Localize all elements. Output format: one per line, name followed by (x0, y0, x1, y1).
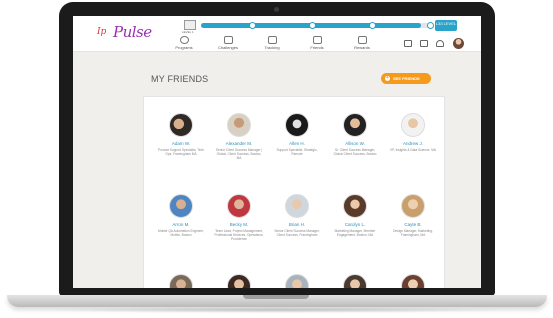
friend-photo[interactable] (401, 274, 425, 288)
nav-friends[interactable]: Friends (299, 36, 335, 50)
calendar-icon (267, 36, 277, 44)
friend-photo[interactable] (285, 113, 309, 137)
nav-label: Rewards (354, 45, 370, 50)
laptop-base (7, 295, 547, 307)
level-badge: L33 LEVEL (435, 20, 457, 31)
friend-card[interactable]: Arron M. Mobile QA Automation Engineer, … (156, 194, 206, 237)
progress-milestone (369, 22, 376, 29)
friend-card[interactable]: Brian H. Senior Client Success Manager, … (272, 194, 322, 237)
nav-label: Challenges (217, 45, 238, 50)
see-friends-button[interactable]: + SEE FRIENDS (381, 73, 431, 84)
camera (274, 7, 279, 12)
friend-title: VP, Insights & Data Science, MA (389, 148, 436, 152)
friend-card[interactable]: Allison W. Sr. Client Success Manager, G… (330, 113, 380, 156)
friend-name[interactable]: Allison W. (330, 141, 380, 146)
trophy-icon (223, 36, 233, 44)
friend-title: Marketing Manager, Member Engagement, Bo… (334, 229, 376, 237)
friend-photo[interactable] (227, 194, 251, 218)
friend-card[interactable]: Adam W. Product Support Specialist, Tech… (156, 113, 206, 156)
friend-photo[interactable] (401, 194, 425, 218)
nav-programs[interactable]: Programs (166, 36, 202, 50)
friend-name[interactable]: Arron M. (156, 222, 206, 227)
virgin-pulse-logo[interactable]: Ip Pulse (97, 23, 153, 45)
friend-photo[interactable] (169, 274, 193, 288)
friend-card[interactable]: Carolyn L. Marketing Manager, Member Eng… (330, 194, 380, 237)
laptop-base-notch (243, 295, 309, 299)
friend-title: Design Manager, Marketing, Framingham, M… (393, 229, 433, 237)
friend-name[interactable]: Carolyn L. (330, 222, 380, 227)
friend-title: Mobile QA Automation Engineer, Mobile, B… (158, 229, 204, 237)
user-avatar[interactable] (453, 38, 464, 49)
friend-name[interactable]: Alexander M. (214, 141, 264, 146)
add-friend-icon: + (385, 75, 390, 81)
friend-photo[interactable] (343, 274, 367, 288)
logo-mark: Ip (97, 27, 107, 37)
bell-icon[interactable] (436, 40, 444, 47)
friend-card[interactable]: Allen H. Support Specialist, Strategic, … (272, 113, 322, 156)
bank-icon (357, 36, 367, 44)
friend-card[interactable]: Andrew J. VP, Insights & Data Science, M… (388, 113, 438, 152)
nav-label: Programs (175, 45, 193, 50)
friend-card[interactable] (156, 274, 206, 288)
globe-icon (179, 36, 189, 44)
friend-card[interactable] (214, 274, 264, 288)
progress-milestone (309, 22, 316, 29)
friend-name[interactable]: Andrew J. (388, 141, 438, 146)
top-navigation-bar: Ip Pulse LEVEL 1 L33 LEVEL Programs Chal… (73, 16, 481, 52)
nav-label: Friends (310, 45, 324, 50)
friend-photo[interactable] (169, 194, 193, 218)
friend-photo[interactable] (401, 113, 425, 137)
friend-card[interactable] (272, 274, 322, 288)
friend-title: Senior Client Success Manager | Global, … (215, 148, 263, 160)
friend-card[interactable] (388, 274, 438, 288)
friend-title: Sr. Client Success Manager, Global Clien… (333, 148, 377, 156)
friend-name[interactable]: Adam W. (156, 141, 206, 146)
laptop-shadow (40, 307, 514, 313)
friend-name[interactable]: Brian H. (272, 222, 322, 227)
friend-name[interactable]: Becky M. (214, 222, 264, 227)
nav-label: Tracking (264, 45, 280, 50)
friend-photo[interactable] (169, 113, 193, 137)
friend-card[interactable]: Becky M. Team Lead, Project Management, … (214, 194, 264, 241)
friend-card[interactable]: Cayte B. Design Manager, Marketing, Fram… (388, 194, 438, 237)
see-friends-label: SEE FRIENDS (393, 76, 420, 81)
friend-photo[interactable] (285, 194, 309, 218)
trophy-icon[interactable] (404, 40, 412, 47)
nav-tracking[interactable]: Tracking (254, 36, 290, 50)
laptop-lid: Ip Pulse LEVEL 1 L33 LEVEL Programs Chal… (59, 2, 495, 296)
people-icon (312, 36, 322, 44)
friend-photo[interactable] (227, 274, 251, 288)
nav-rewards[interactable]: Rewards (344, 36, 380, 50)
progress-milestone (249, 22, 256, 29)
friend-name[interactable]: Allen H. (272, 141, 322, 146)
calendar-icon[interactable] (420, 40, 428, 47)
friend-photo[interactable] (285, 274, 309, 288)
friend-title: Support Specialist, Strategic, Remote (276, 148, 318, 156)
friend-title: Team Lead, Project Management, Professio… (214, 229, 264, 241)
logo-text: Pulse (113, 23, 152, 41)
friend-photo[interactable] (343, 194, 367, 218)
nav-challenges[interactable]: Challenges (210, 36, 246, 50)
friend-photo[interactable] (227, 113, 251, 137)
friend-name[interactable]: Cayte B. (388, 222, 438, 227)
friends-card: Adam W. Product Support Specialist, Tech… (143, 96, 445, 288)
level-progress-bar (201, 22, 434, 29)
page-title: MY FRIENDS (151, 74, 209, 84)
level-chip (184, 20, 196, 30)
friend-title: Product Support Specialist, Tech Ops, Fr… (157, 148, 204, 156)
progress-milestone (427, 22, 434, 29)
screen: Ip Pulse LEVEL 1 L33 LEVEL Programs Chal… (73, 16, 481, 288)
friend-card[interactable]: Alexander M. Senior Client Success Manag… (214, 113, 264, 160)
friend-card[interactable] (330, 274, 380, 288)
friend-title: Senior Client Success Manager, Client Su… (274, 229, 320, 237)
level-chip-label: LEVEL 1 (182, 30, 194, 34)
friend-photo[interactable] (343, 113, 367, 137)
